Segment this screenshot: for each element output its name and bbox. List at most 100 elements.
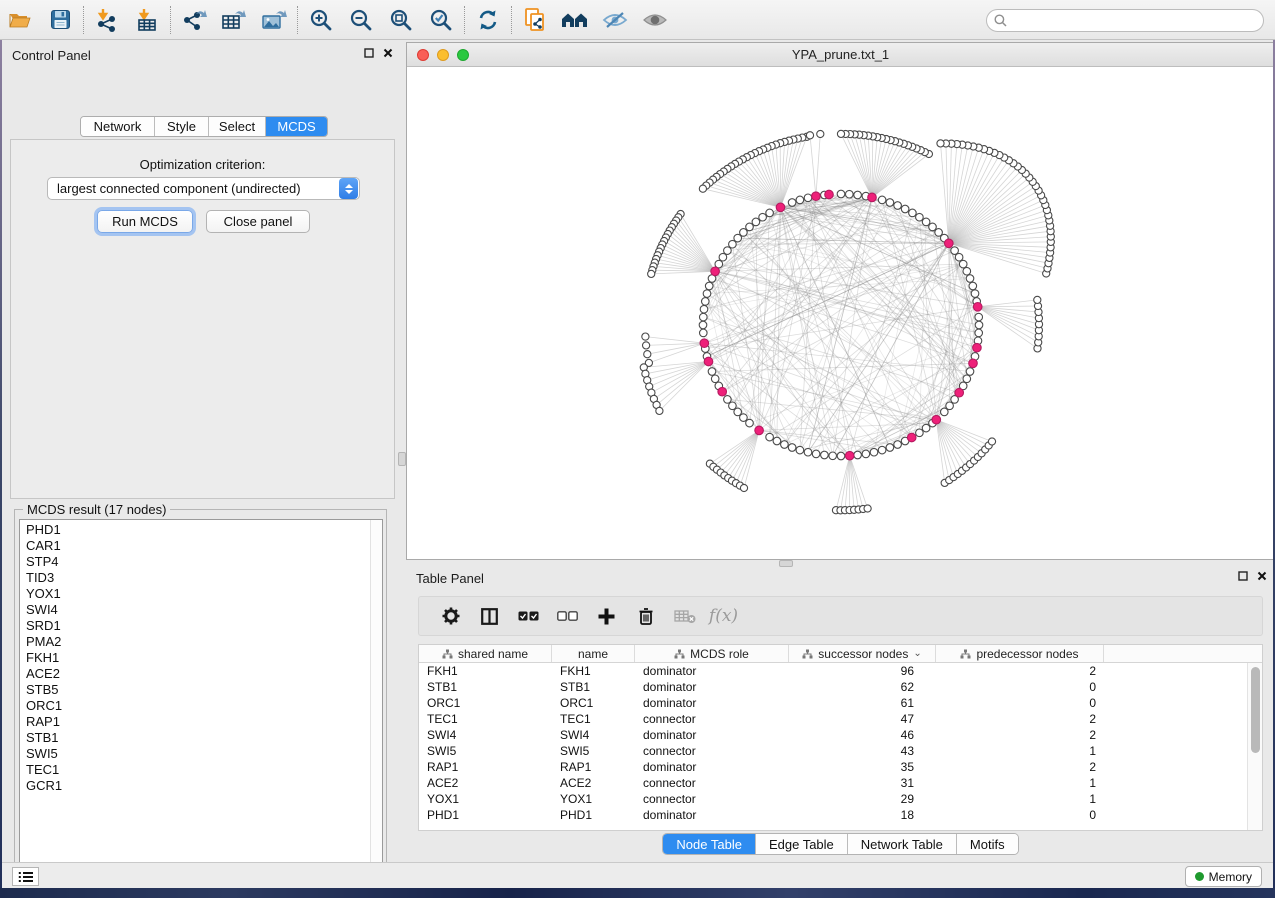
mcds-result-item[interactable]: YOX1: [26, 586, 382, 602]
network-leaf-node[interactable]: [644, 351, 651, 358]
network-node[interactable]: [901, 205, 909, 213]
network-node[interactable]: [929, 223, 937, 231]
refresh-layout-button[interactable]: [468, 3, 508, 37]
network-node[interactable]: [846, 190, 854, 198]
table-cell[interactable]: SWI5: [419, 743, 552, 759]
export-image-button[interactable]: [254, 3, 294, 37]
network-node[interactable]: [699, 321, 707, 329]
criterion-dropdown[interactable]: largest connected component (undirected): [47, 177, 360, 200]
network-node[interactable]: [796, 196, 804, 204]
column-header-shared-name[interactable]: shared name: [419, 645, 552, 662]
search-input[interactable]: [1012, 14, 1263, 28]
mcds-result-item[interactable]: SWI4: [26, 602, 382, 618]
column-header-predecessor-nodes[interactable]: predecessor nodes: [936, 645, 1104, 662]
tab-style[interactable]: Style: [155, 117, 209, 136]
mcds-result-item[interactable]: FKH1: [26, 650, 382, 666]
network-leaf-node[interactable]: [642, 333, 649, 340]
first-neighbors-button[interactable]: [555, 3, 595, 37]
table-cell[interactable]: TEC1: [552, 711, 635, 727]
tab-network-table[interactable]: Network Table: [848, 834, 957, 854]
horizontal-splitter-handle[interactable]: [779, 560, 793, 567]
mcds-node[interactable]: [700, 339, 709, 348]
zoom-fit-button[interactable]: [381, 3, 421, 37]
table-cell[interactable]: connector: [635, 743, 789, 759]
table-cell[interactable]: ACE2: [419, 775, 552, 791]
network-leaf-node[interactable]: [806, 132, 813, 139]
network-node[interactable]: [894, 441, 902, 449]
tab-network[interactable]: Network: [81, 117, 155, 136]
clone-network-button[interactable]: [515, 3, 555, 37]
mcds-node[interactable]: [812, 192, 821, 201]
table-cell[interactable]: ACE2: [552, 775, 635, 791]
table-row[interactable]: TEC1TEC1connector472: [419, 711, 1262, 727]
zoom-in-button[interactable]: [301, 3, 341, 37]
table-row[interactable]: PHD1PHD1dominator180: [419, 807, 1262, 823]
mcds-node[interactable]: [973, 343, 982, 352]
table-cell[interactable]: connector: [635, 711, 789, 727]
table-cell[interactable]: STB1: [419, 679, 552, 695]
table-row[interactable]: ACE2ACE2connector311: [419, 775, 1262, 791]
table-cell[interactable]: 43: [789, 743, 936, 759]
toggle-panes-button[interactable]: [470, 599, 509, 633]
table-cell[interactable]: 0: [936, 807, 1104, 823]
network-node[interactable]: [922, 424, 930, 432]
network-leaf-node[interactable]: [699, 185, 706, 192]
open-session-button[interactable]: [0, 3, 40, 37]
network-node[interactable]: [963, 267, 971, 275]
network-node[interactable]: [804, 194, 812, 202]
network-node[interactable]: [959, 260, 967, 268]
table-row[interactable]: FKH1FKH1dominator962: [419, 663, 1262, 679]
mcds-node[interactable]: [704, 357, 713, 366]
mcds-result-item[interactable]: ACE2: [26, 666, 382, 682]
window-maximize-icon[interactable]: [457, 49, 469, 61]
table-scrollbar-thumb[interactable]: [1251, 667, 1260, 753]
network-leaf-node[interactable]: [817, 130, 824, 137]
mcds-result-item[interactable]: SWI5: [26, 746, 382, 762]
mcds-result-item[interactable]: TID3: [26, 570, 382, 586]
table-cell[interactable]: SWI4: [419, 727, 552, 743]
network-node[interactable]: [796, 446, 804, 454]
mcds-result-item[interactable]: SRD1: [26, 618, 382, 634]
close-panel-button[interactable]: Close panel: [206, 210, 310, 233]
tab-select[interactable]: Select: [209, 117, 266, 136]
window-close-icon[interactable]: [417, 49, 429, 61]
table-cell[interactable]: STB1: [552, 679, 635, 695]
table-cell[interactable]: dominator: [635, 695, 789, 711]
tab-edge-table[interactable]: Edge Table: [756, 834, 848, 854]
network-node[interactable]: [878, 446, 886, 454]
export-table-button[interactable]: [214, 3, 254, 37]
table-cell[interactable]: PHD1: [552, 807, 635, 823]
tab-motifs[interactable]: Motifs: [957, 834, 1018, 854]
table-cell[interactable]: dominator: [635, 759, 789, 775]
import-network-button[interactable]: [87, 3, 127, 37]
zoom-out-button[interactable]: [341, 3, 381, 37]
network-node[interactable]: [878, 196, 886, 204]
network-node[interactable]: [781, 441, 789, 449]
mcds-result-item[interactable]: TEC1: [26, 762, 382, 778]
table-cell[interactable]: 2: [936, 759, 1104, 775]
table-cell[interactable]: dominator: [635, 807, 789, 823]
column-header-name[interactable]: name: [552, 645, 635, 662]
network-node[interactable]: [766, 209, 774, 217]
network-node[interactable]: [729, 240, 737, 248]
mcds-node[interactable]: [868, 193, 877, 202]
table-cell[interactable]: YOX1: [419, 791, 552, 807]
result-list-scrollbar[interactable]: [370, 520, 382, 874]
network-leaf-node[interactable]: [864, 505, 871, 512]
save-session-button[interactable]: [40, 3, 80, 37]
mcds-node[interactable]: [932, 415, 941, 424]
mcds-result-item[interactable]: STP4: [26, 554, 382, 570]
close-panel-icon[interactable]: [383, 48, 393, 58]
mcds-node[interactable]: [973, 303, 982, 312]
network-node[interactable]: [759, 213, 767, 221]
column-header-MCDS-role[interactable]: MCDS role: [635, 645, 789, 662]
deselect-all-button[interactable]: [548, 599, 587, 633]
mcds-node[interactable]: [955, 388, 964, 397]
network-leaf-node[interactable]: [740, 484, 747, 491]
table-cell[interactable]: ORC1: [419, 695, 552, 711]
network-node[interactable]: [946, 402, 954, 410]
mcds-node[interactable]: [776, 203, 785, 212]
network-node[interactable]: [804, 448, 812, 456]
table-cell[interactable]: PHD1: [419, 807, 552, 823]
network-node[interactable]: [708, 368, 716, 376]
